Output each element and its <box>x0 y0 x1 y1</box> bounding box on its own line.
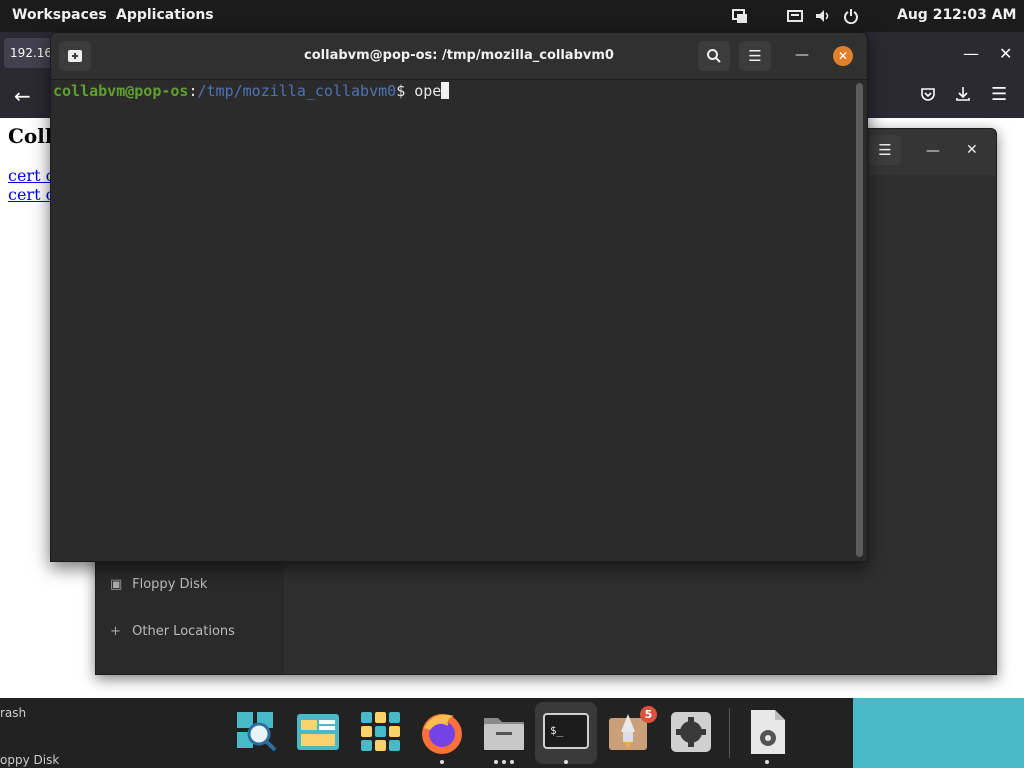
screen-share-icon[interactable] <box>732 8 748 24</box>
terminal-headerbar: collabvm@pop-os: /tmp/mozilla_collabvm0 … <box>51 33 867 80</box>
terminal-menu-button[interactable]: ☰ <box>739 41 771 71</box>
close-button[interactable]: ✕ <box>833 46 853 66</box>
power-icon[interactable] <box>843 8 859 25</box>
document-settings-icon[interactable] <box>743 708 791 756</box>
text-cursor <box>441 82 450 99</box>
running-indicator <box>564 760 568 764</box>
close-icon[interactable]: ✕ <box>999 44 1012 63</box>
running-indicator <box>502 760 506 764</box>
running-indicator <box>510 760 514 764</box>
prompt-path: /tmp/mozilla_collabvm0 <box>197 82 397 100</box>
terminal-window: collabvm@pop-os: /tmp/mozilla_collabvm0 … <box>50 32 868 562</box>
firefox-icon[interactable] <box>418 708 466 756</box>
cert-link-1[interactable]: cert c <box>8 166 55 185</box>
files-minimize-icon[interactable]: — <box>926 143 940 159</box>
top-panel: Workspaces Applications Aug 21 2:03 AM <box>0 0 1024 32</box>
prompt-symbol: $ <box>396 82 415 100</box>
sidebar-item-other-locations[interactable]: + Other Locations <box>110 624 235 639</box>
date-label[interactable]: Aug 21 <box>897 7 952 23</box>
terminal-scrollbar[interactable] <box>856 83 863 557</box>
terminal-icon[interactable]: $_ <box>542 708 590 756</box>
prompt-line: collabvm@pop-os:/tmp/mozilla_collabvm0$ … <box>53 82 450 100</box>
prompt-separator: : <box>188 82 198 100</box>
update-badge: 5 <box>640 706 657 723</box>
back-arrow-icon[interactable]: ← <box>14 84 31 108</box>
sidebar-item-label: Other Locations <box>132 624 235 639</box>
minimize-icon[interactable]: — <box>963 44 979 63</box>
running-indicator <box>494 760 498 764</box>
search-app-icon[interactable] <box>233 708 281 756</box>
typed-command: ope <box>414 82 442 100</box>
download-icon[interactable] <box>955 86 971 106</box>
hamburger-menu-icon[interactable]: ☰ <box>991 84 1007 105</box>
file-manager-icon[interactable] <box>480 708 528 756</box>
files-layout-app-icon[interactable] <box>295 708 343 756</box>
desktop-wallpaper-area <box>853 698 1024 768</box>
clock-label[interactable]: 2:03 AM <box>952 7 1016 23</box>
floppy-icon: ▣ <box>110 577 123 592</box>
page-heading: Coll <box>8 124 53 148</box>
prompt-user: collabvm@pop-os <box>53 82 189 100</box>
pocket-icon[interactable] <box>920 86 936 106</box>
running-indicator <box>765 760 769 764</box>
running-indicator <box>440 760 444 764</box>
dock-separator <box>729 708 730 758</box>
sidebar-item-label: Floppy Disk <box>132 577 208 592</box>
terminal-output[interactable]: collabvm@pop-os:/tmp/mozilla_collabvm0$ … <box>51 80 855 561</box>
volume-icon[interactable] <box>815 8 831 24</box>
sidebar-item-floppy-disk[interactable]: ▣ Floppy Disk <box>110 577 207 592</box>
files-menu-icon[interactable]: ☰ <box>869 135 901 165</box>
plus-icon: + <box>110 624 121 639</box>
app-grid-icon[interactable] <box>357 708 405 756</box>
dock: rash oppy Disk $_ 5 <box>0 698 1024 768</box>
search-button[interactable] <box>698 41 730 71</box>
dock-background-text-2: oppy Disk <box>0 753 60 767</box>
minimize-button[interactable]: — <box>795 47 809 63</box>
svg-text:$_: $_ <box>550 724 564 737</box>
files-close-icon[interactable]: ✕ <box>966 142 978 158</box>
search-icon <box>707 49 721 63</box>
applications-button[interactable]: Applications <box>116 7 214 23</box>
keyboard-icon[interactable] <box>787 8 803 24</box>
settings-icon[interactable] <box>667 708 715 756</box>
workspaces-button[interactable]: Workspaces <box>12 7 107 23</box>
cert-link-2[interactable]: cert c <box>8 185 55 204</box>
dock-background-text-1: rash <box>0 706 27 720</box>
